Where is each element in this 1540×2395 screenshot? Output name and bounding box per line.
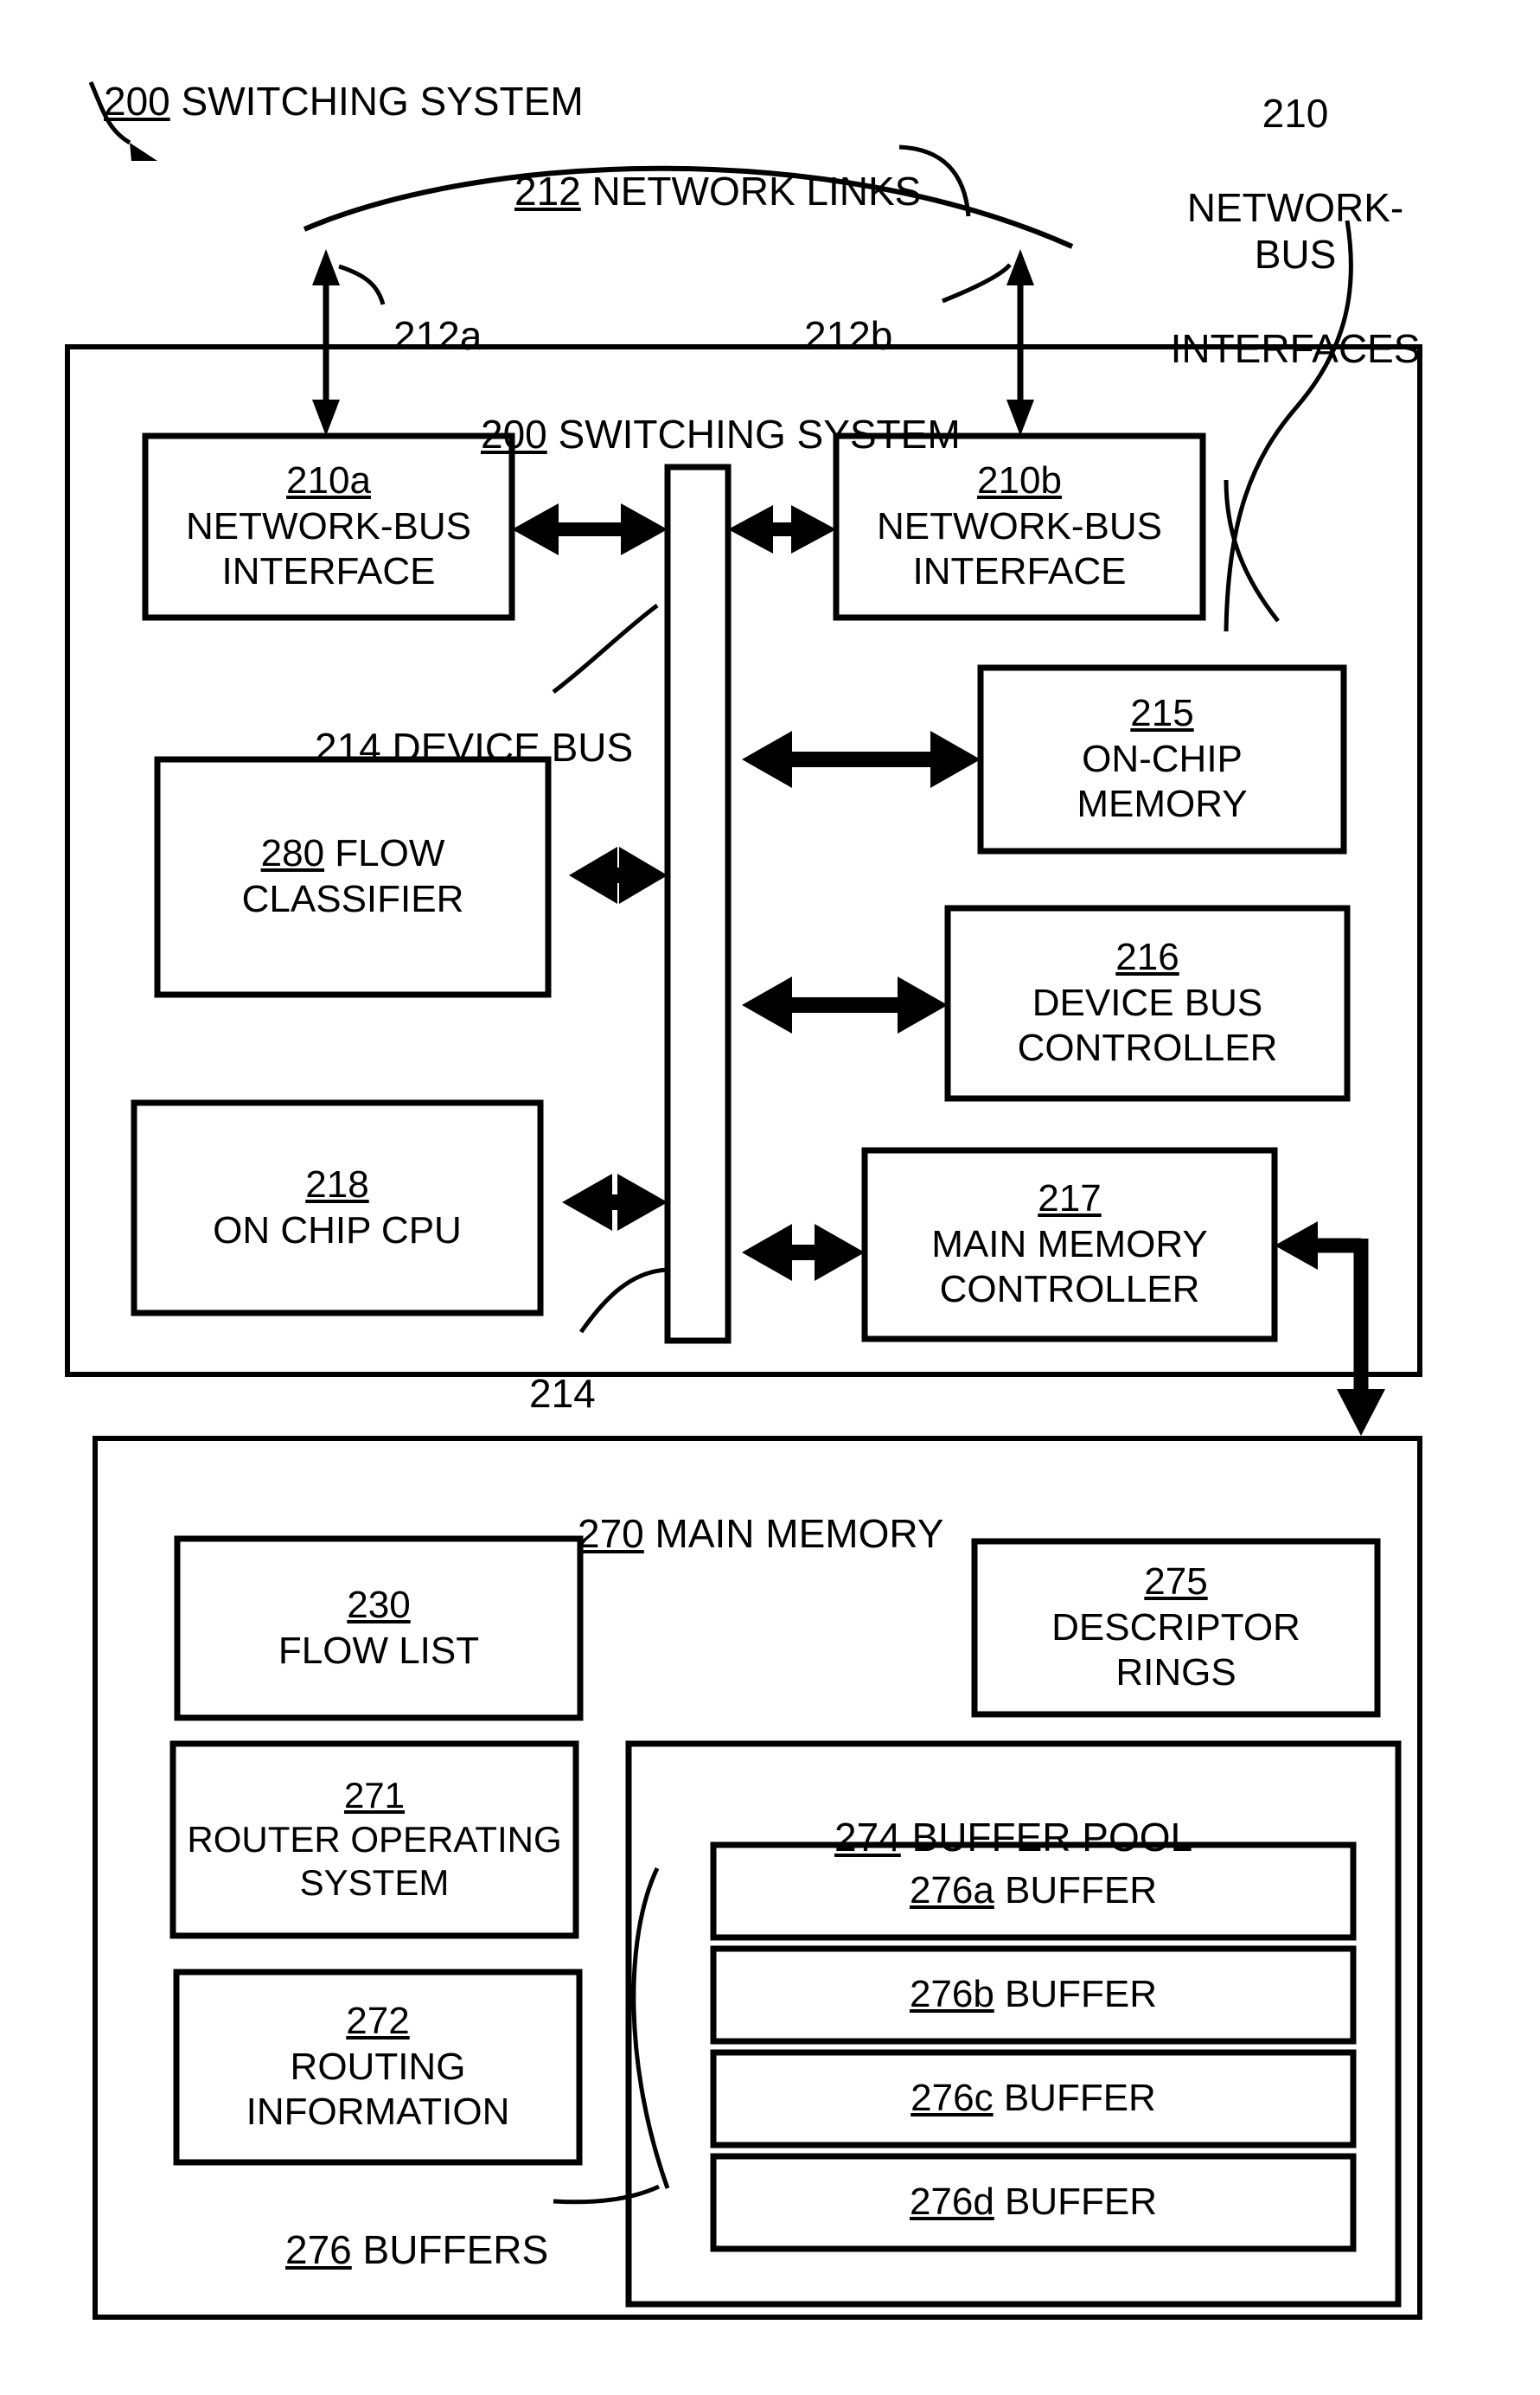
block-215-label: 215 ON-CHIP MEMORY	[981, 668, 1344, 851]
leader-212a	[338, 264, 386, 305]
main-memory-header: 270 MAIN MEMORY	[578, 1463, 943, 1558]
ref-271: 271	[343, 1775, 406, 1816]
device-bus-bar	[664, 464, 732, 1344]
block-275-label: 275 DESCRIPTOR RINGS	[974, 1541, 1377, 1714]
block-271-label: 271 ROUTER OPERATING SYSTEM	[173, 1744, 576, 1936]
callout-276-buffers: 276 BUFFERS	[285, 2180, 548, 2274]
block-275-line2: RINGS	[1115, 1651, 1236, 1694]
arrow-bus-216	[742, 977, 948, 1034]
callout-212b: 212b	[804, 266, 892, 360]
block-216-line2: CONTROLLER	[1017, 1027, 1278, 1070]
block-275-line1: DESCRIPTOR	[1051, 1605, 1300, 1649]
callout-210-network-bus-interfaces: 210 NETWORK-BUS INTERFACES	[1153, 43, 1438, 419]
block-210b-line1: NETWORK-BUS	[877, 504, 1162, 548]
ref-200: 200	[104, 79, 170, 125]
main-memory-header-text: MAIN MEMORY	[643, 1511, 944, 1557]
block-230-label: 230 FLOW LIST	[177, 1539, 580, 1718]
block-216-label: 216 DEVICE BUS CONTROLLER	[948, 908, 1347, 1098]
block-272-line2: INFORMATION	[246, 2091, 510, 2134]
ref-215: 215	[1130, 691, 1194, 734]
callout-212-text: NETWORK LINKS	[580, 169, 922, 215]
leader-276-buffers	[631, 1867, 670, 2189]
block-217-line1: MAIN MEMORY	[931, 1222, 1208, 1265]
block-272-label: 272 ROUTING INFORMATION	[176, 1972, 579, 2162]
arrow-bus-210b	[728, 505, 836, 554]
leader-276-buffers-tail	[553, 2184, 661, 2205]
ref-276a: 276a	[909, 1869, 994, 1912]
block-280-inline: FLOW	[324, 832, 445, 875]
callout-212a: 212a	[393, 266, 482, 360]
block-230-line1: FLOW LIST	[278, 1629, 480, 1672]
arrow-bus-217	[742, 1224, 865, 1281]
block-210b-label: 210b NETWORK-BUS INTERFACE	[836, 436, 1203, 618]
ref-280: 280	[260, 832, 325, 875]
block-218-line1: ON CHIP CPU	[213, 1208, 462, 1252]
callout-200-text: SWITCHING SYSTEM	[169, 79, 584, 125]
callout-210-line1: 210	[1262, 91, 1329, 137]
callout-276-text: BUFFERS	[351, 2227, 549, 2273]
block-276a-text: BUFFER	[994, 1869, 1158, 1912]
ref-216: 216	[1115, 935, 1179, 978]
block-276a-label: 276a BUFFER	[713, 1845, 1353, 1937]
callout-214-device-bus: 214 DEVICE BUS	[315, 677, 633, 772]
ref-212: 212	[514, 169, 581, 215]
block-276d-label: 276d BUFFER	[713, 2156, 1353, 2249]
arrow-217-to-main-memory	[1275, 1221, 1385, 1436]
block-215-line2: MEMORY	[1077, 783, 1248, 826]
ref-276c: 276c	[911, 2077, 994, 2120]
callout-210-line3: INTERFACES	[1170, 325, 1421, 371]
patent-figure-page: 200 SWITCHING SYSTEM 212 NETWORK LINKS 2…	[0, 0, 1540, 2395]
ref-276: 276	[285, 2227, 352, 2273]
block-210a-line2: INTERFACE	[221, 550, 436, 593]
arrow-bus-215	[742, 731, 981, 788]
ref-218: 218	[305, 1162, 369, 1206]
callout-210-line2: NETWORK-BUS	[1186, 184, 1404, 278]
ref-217: 217	[1038, 1176, 1102, 1220]
callout-214-lower-text: 214	[529, 1371, 596, 1417]
block-280-label: 280 FLOW CLASSIFIER	[157, 759, 548, 995]
block-271-line2: SYSTEM	[299, 1862, 450, 1904]
block-272-line1: ROUTING	[290, 2045, 466, 2088]
ref-270: 270	[578, 1511, 644, 1557]
block-276c-label: 276c BUFFER	[713, 2052, 1353, 2145]
block-215-line1: ON-CHIP	[1082, 737, 1243, 780]
block-216-line1: DEVICE BUS	[1032, 981, 1263, 1024]
callout-212-network-links: 212 NETWORK LINKS	[514, 121, 921, 215]
ref-275: 275	[1144, 1559, 1208, 1603]
arrow-218-bus	[562, 1174, 668, 1231]
block-271-line1: ROUTER OPERATING	[187, 1818, 562, 1860]
block-276c-text: BUFFER	[993, 2077, 1156, 2120]
callout-212a-text: 212a	[393, 313, 482, 359]
ref-230: 230	[347, 1583, 411, 1626]
block-217-line2: CONTROLLER	[939, 1268, 1200, 1311]
arrow-280-bus	[569, 847, 668, 904]
arrow-210a-bus	[512, 503, 668, 555]
block-210a-label: 210a NETWORK-BUS INTERFACE	[145, 436, 512, 618]
leader-212b	[942, 263, 1012, 304]
block-276b-label: 276b BUFFER	[713, 1949, 1353, 2041]
block-276d-text: BUFFER	[994, 2180, 1158, 2224]
block-280-line1: CLASSIFIER	[241, 878, 464, 920]
callout-214-lower: 214	[529, 1323, 596, 1418]
ref-276b: 276b	[909, 1973, 994, 2016]
block-210b-line2: INTERFACE	[912, 550, 1127, 593]
block-210a-line1: NETWORK-BUS	[186, 504, 471, 548]
ref-210b: 210b	[977, 458, 1062, 502]
block-276b-text: BUFFER	[994, 1973, 1158, 2016]
block-218-label: 218 ON CHIP CPU	[134, 1103, 540, 1313]
callout-200-switching-system: 200 SWITCHING SYSTEM	[104, 31, 584, 125]
ref-210a: 210a	[286, 458, 371, 502]
ref-276d: 276d	[909, 2180, 994, 2224]
callout-212b-text: 212b	[804, 313, 893, 359]
block-217-label: 217 MAIN MEMORY CONTROLLER	[865, 1150, 1275, 1339]
ref-272: 272	[346, 1999, 410, 2042]
